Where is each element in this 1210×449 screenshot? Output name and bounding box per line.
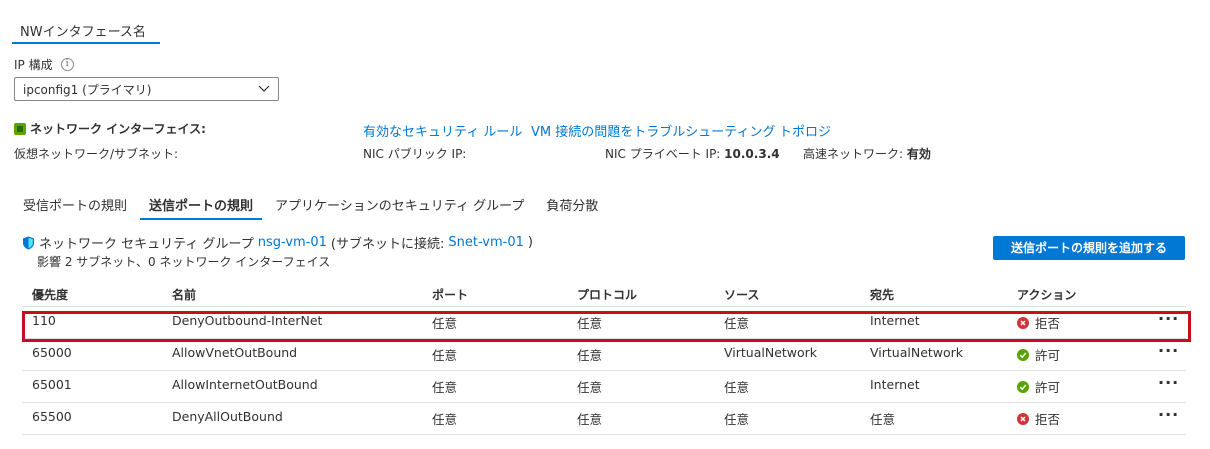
rule-action: 許可 — [1017, 377, 1060, 396]
nsg-subnet-prefix: (サブネットに接続: — [330, 237, 445, 252]
ip-config-label: IP 構成 i — [14, 56, 74, 73]
subnet-name-link[interactable]: Snet-vm-01 — [448, 235, 524, 250]
allow-icon — [1017, 348, 1029, 361]
rule-action: 拒否 — [1017, 409, 1060, 428]
rule-priority: 65001 — [32, 377, 72, 392]
rule-action-label: 許可 — [1035, 380, 1061, 395]
table-row[interactable]: 65500 DenyAllOutBound 任意 任意 任意 任意 拒否 ··· — [22, 403, 1186, 435]
column-protocol[interactable]: プロトコル — [577, 286, 637, 303]
outbound-rules-table: 優先度 名前 ポート プロトコル ソース 宛先 アクション 110 DenyOu… — [22, 281, 1186, 435]
rule-destination: 任意 — [870, 412, 896, 427]
topology-link[interactable]: トポロジ — [779, 121, 831, 140]
shield-icon — [23, 236, 34, 249]
highlight-box — [22, 311, 1191, 342]
rule-destination: Internet — [870, 377, 920, 392]
column-priority[interactable]: 優先度 — [32, 286, 68, 303]
rule-port: 任意 — [432, 380, 458, 395]
rule-name: AllowInternetOutBound — [172, 377, 318, 392]
nsg-info: ネットワーク セキュリティ グループ nsg-vm-01 (サブネットに接続: … — [22, 233, 533, 252]
more-options-icon[interactable]: ··· — [1158, 405, 1179, 424]
nsg-name-link[interactable]: nsg-vm-01 — [258, 235, 327, 250]
allow-icon — [1017, 380, 1029, 393]
rule-priority: 65500 — [32, 409, 72, 424]
nic-title: ネットワーク インターフェイス: — [14, 120, 206, 137]
info-icon[interactable]: i — [60, 58, 74, 71]
more-options-icon[interactable]: ··· — [1158, 373, 1179, 392]
accelerated-networking: 高速ネットワーク: 有効 — [803, 145, 931, 162]
rule-protocol: 任意 — [577, 412, 603, 427]
table-row[interactable]: 65001 AllowInternetOutBound 任意 任意 任意 Int… — [22, 371, 1186, 403]
nic-private-ip-value: 10.0.3.4 — [724, 147, 780, 161]
nic-title-text: ネットワーク インターフェイス: — [30, 122, 206, 136]
deny-icon — [1017, 412, 1029, 425]
rule-port: 任意 — [432, 412, 458, 427]
rule-destination: VirtualNetwork — [870, 345, 964, 360]
tab-inbound-rules[interactable]: 受信ポートの規則 — [14, 194, 136, 220]
table-row[interactable]: 65000 AllowVnetOutBound 任意 任意 VirtualNet… — [22, 339, 1186, 371]
column-name[interactable]: 名前 — [172, 286, 196, 303]
accelerated-networking-value: 有効 — [906, 147, 931, 161]
rule-action: 許可 — [1017, 345, 1060, 364]
ip-config-select-value: ipconfig1 (プライマリ) — [23, 83, 152, 97]
rule-protocol: 任意 — [577, 348, 603, 363]
troubleshoot-vm-connection-link[interactable]: VM 接続の問題をトラブルシューティング — [531, 121, 775, 140]
rule-source: VirtualNetwork — [724, 345, 818, 360]
nic-private-ip-label: NIC プライベート IP: — [605, 147, 721, 161]
rule-protocol: 任意 — [577, 380, 603, 395]
column-action[interactable]: アクション — [1017, 286, 1076, 303]
column-source[interactable]: ソース — [724, 286, 759, 303]
nsg-impact: 影響 2 サブネット、0 ネットワーク インターフェイス — [37, 255, 331, 269]
tab-application-security-groups[interactable]: アプリケーションのセキュリティ グループ — [266, 194, 533, 220]
rule-action-label: 拒否 — [1035, 412, 1061, 427]
page-tab-title: NWインタフェース名 — [12, 16, 160, 44]
nic-public-ip-label: NIC パブリック IP: — [363, 147, 467, 161]
rule-name: DenyAllOutBound — [172, 409, 283, 424]
rule-source: 任意 — [724, 380, 750, 395]
ip-config-label-text: IP 構成 — [14, 58, 53, 72]
nsg-subnet-suffix: ) — [527, 235, 533, 250]
rule-source: 任意 — [724, 412, 750, 427]
add-outbound-rule-button[interactable]: 送信ポートの規則を追加する — [993, 236, 1185, 260]
tab-load-balancing[interactable]: 負荷分散 — [537, 194, 607, 220]
accelerated-networking-label: 高速ネットワーク: — [803, 147, 904, 161]
more-options-icon[interactable]: ··· — [1158, 341, 1179, 360]
page-tab-title-text: NWインタフェース名 — [20, 25, 146, 40]
ip-config-select[interactable]: ipconfig1 (プライマリ) — [14, 77, 279, 101]
vnet-subnet-label: 仮想ネットワーク/サブネット: — [14, 147, 179, 161]
network-interface-icon — [14, 122, 26, 135]
rule-name: AllowVnetOutBound — [172, 345, 298, 360]
rule-action-label: 許可 — [1035, 348, 1061, 363]
nic-private-ip: NIC プライベート IP: 10.0.3.4 — [605, 145, 780, 162]
table-header: 優先度 名前 ポート プロトコル ソース 宛先 アクション — [22, 281, 1186, 307]
effective-security-rules-link[interactable]: 有効なセキュリティ ルール — [363, 121, 522, 140]
rule-port: 任意 — [432, 348, 458, 363]
chevron-down-icon — [258, 85, 270, 92]
column-destination[interactable]: 宛先 — [870, 286, 894, 303]
nsg-prefix: ネットワーク セキュリティ グループ — [39, 237, 254, 252]
column-port[interactable]: ポート — [432, 286, 468, 303]
rules-tabs: 受信ポートの規則 送信ポートの規則 アプリケーションのセキュリティ グループ 負… — [14, 194, 611, 220]
tab-outbound-rules[interactable]: 送信ポートの規則 — [140, 194, 263, 220]
rule-priority: 65000 — [32, 345, 72, 360]
